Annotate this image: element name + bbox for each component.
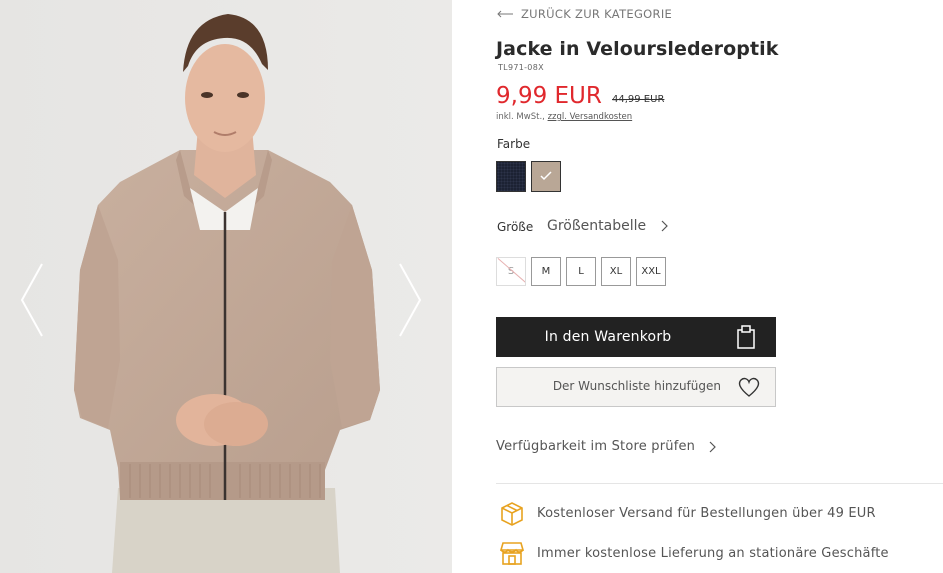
- benefit-store-delivery: Immer kostenlose Lieferung an stationäre…: [499, 539, 889, 567]
- old-price: 44,99 EUR: [612, 94, 665, 105]
- check-icon: [540, 171, 552, 181]
- vat-text: inkl. MwSt.,: [496, 112, 548, 122]
- heart-icon: [738, 377, 760, 397]
- add-to-wishlist-label: Der Wunschliste hinzufügen: [552, 379, 721, 393]
- chevron-right-icon: [709, 441, 716, 452]
- size-option-s[interactable]: S: [496, 257, 526, 286]
- add-to-cart-label: In den Warenkorb: [544, 329, 672, 345]
- store-icon: [499, 542, 525, 565]
- arrow-left-icon: [497, 10, 513, 18]
- size-option-label: L: [578, 266, 584, 277]
- color-swatch-beige[interactable]: [531, 161, 561, 192]
- size-option-l[interactable]: L: [566, 257, 596, 286]
- size-guide-label: Größentabelle: [547, 218, 647, 234]
- size-label: Größe: [497, 220, 534, 234]
- color-swatch-navy[interactable]: [496, 161, 526, 192]
- back-link-label: ZURÜCK ZUR KATEGORIE: [521, 7, 673, 21]
- unavailable-slash: [497, 258, 525, 285]
- size-option-label: M: [541, 266, 551, 277]
- size-option-label: XL: [609, 266, 623, 277]
- add-to-wishlist-button[interactable]: Der Wunschliste hinzufügen: [496, 367, 776, 407]
- delivery-box-icon: [501, 502, 523, 526]
- chevron-right-icon: [661, 220, 668, 232]
- gallery-prev-arrow-icon[interactable]: [18, 262, 46, 338]
- back-to-category-link[interactable]: ZURÜCK ZUR KATEGORIE: [496, 6, 672, 22]
- product-details: ZURÜCK ZUR KATEGORIE Jacke in Veloursled…: [496, 0, 943, 573]
- shopping-bag-icon: [737, 325, 755, 349]
- gallery-next-arrow-icon[interactable]: [396, 262, 424, 338]
- product-title: Jacke in Velourslederoptik: [496, 38, 779, 60]
- size-option-xl[interactable]: XL: [601, 257, 631, 286]
- benefit-text: Immer kostenlose Lieferung an stationäre…: [537, 545, 889, 561]
- store-availability-link[interactable]: Verfügbarkeit im Store prüfen: [496, 439, 717, 454]
- product-gallery: [0, 0, 452, 573]
- color-label: Farbe: [497, 137, 531, 151]
- size-option-xxl[interactable]: XXL: [636, 257, 666, 286]
- vat-note: inkl. MwSt., zzgl. Versandkosten: [496, 112, 632, 122]
- size-guide-link[interactable]: Größentabelle: [547, 218, 669, 234]
- add-to-cart-button[interactable]: In den Warenkorb: [496, 317, 776, 357]
- product-image: [0, 0, 452, 573]
- product-sku: TL971-08X: [498, 63, 544, 72]
- benefit-free-shipping: Kostenloser Versand für Bestellungen übe…: [499, 499, 876, 527]
- current-price: 9,99 EUR: [496, 83, 602, 109]
- divider: [496, 483, 943, 484]
- size-option-m[interactable]: M: [531, 257, 561, 286]
- shipping-cost-link[interactable]: zzgl. Versandkosten: [548, 112, 633, 122]
- store-availability-label: Verfügbarkeit im Store prüfen: [496, 439, 696, 454]
- size-option-label: XXL: [641, 266, 661, 277]
- benefit-text: Kostenloser Versand für Bestellungen übe…: [537, 505, 876, 521]
